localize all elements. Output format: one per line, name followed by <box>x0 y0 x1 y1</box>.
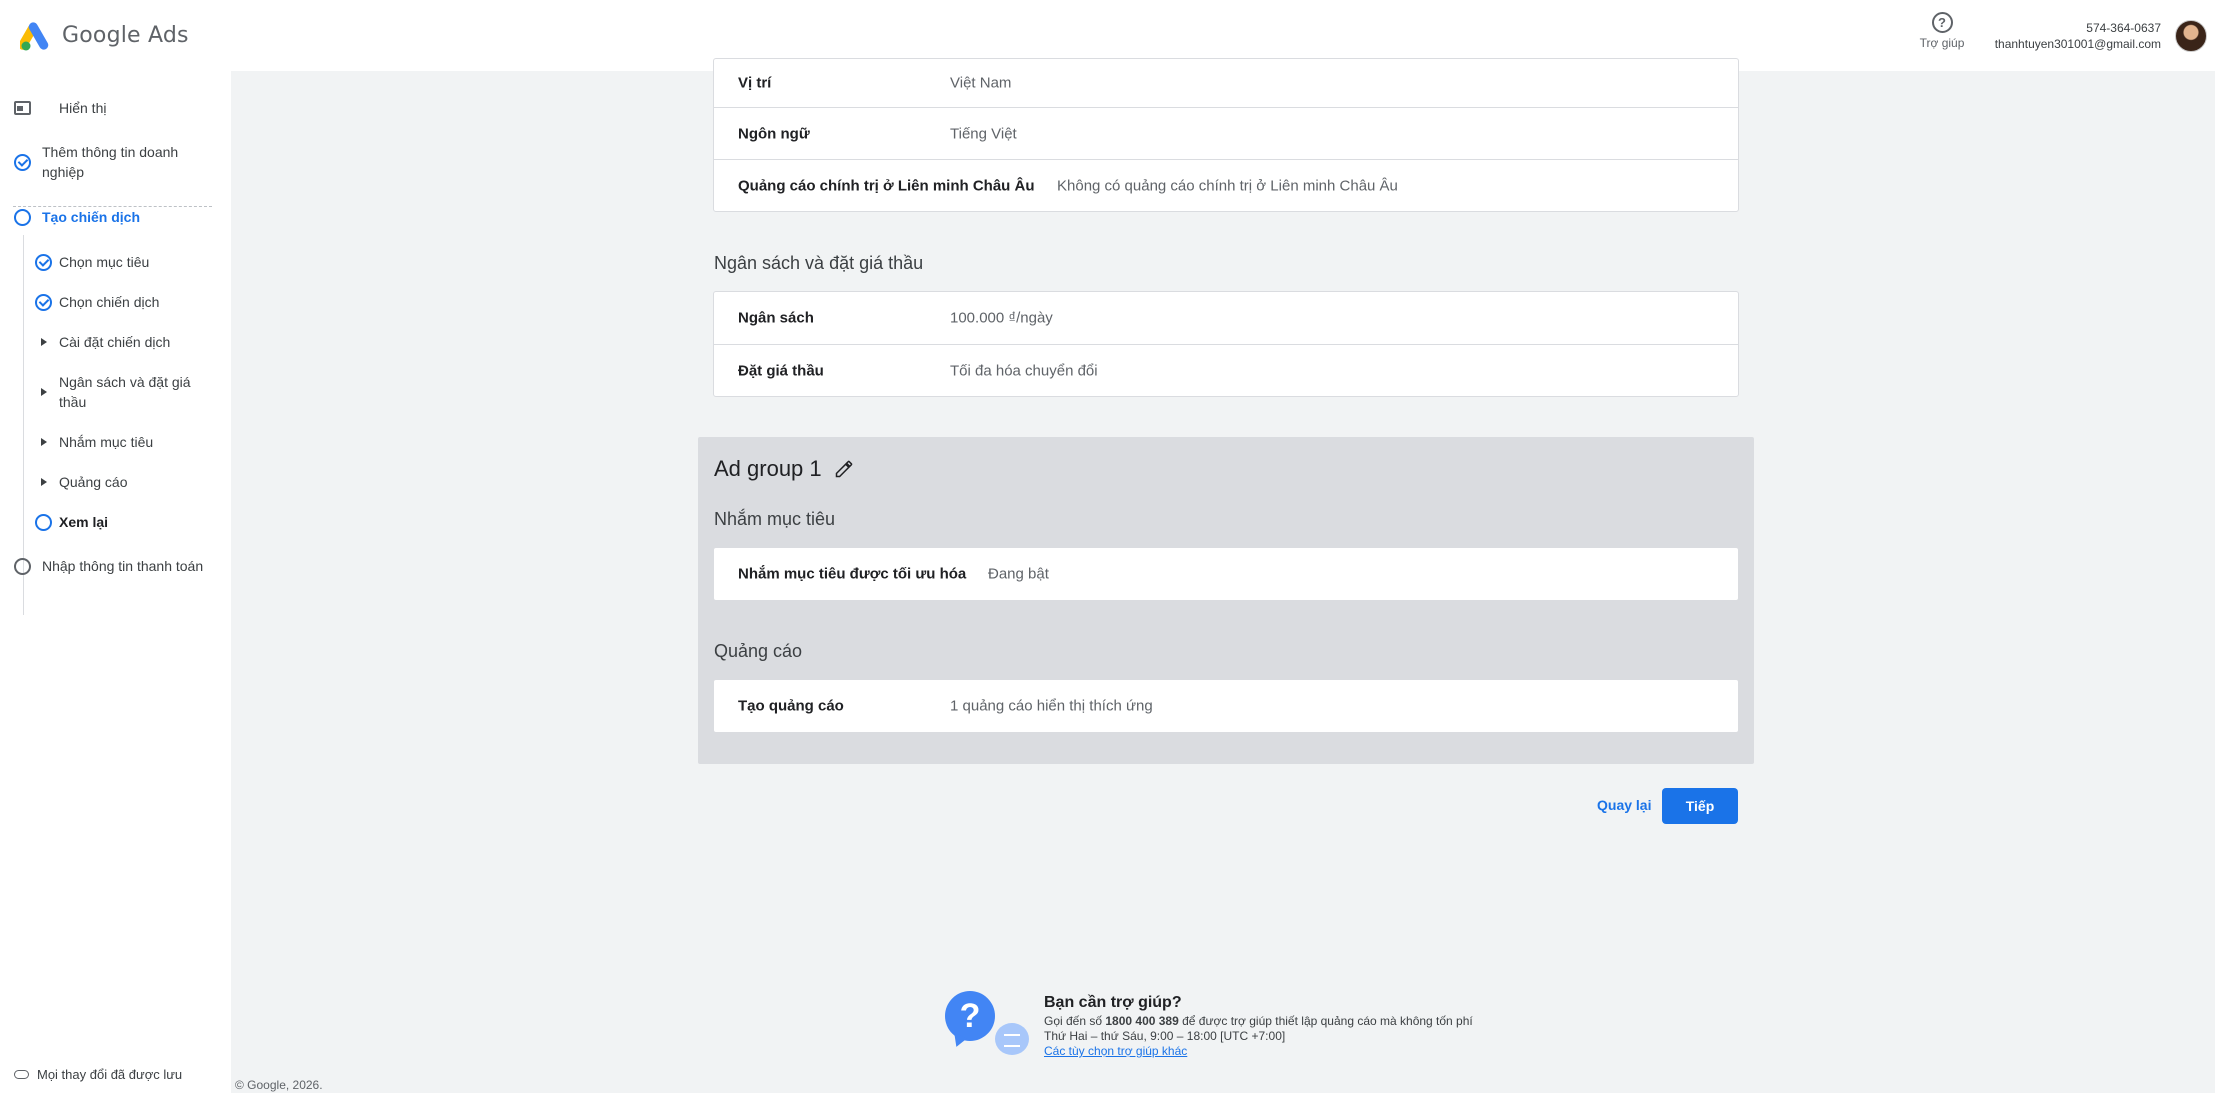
settings-row-eu-political-ads[interactable]: Quảng cáo chính trị ở Liên minh Châu Âu … <box>714 159 1738 211</box>
sidebar-item-label: Thêm thông tin doanh nghiệp <box>42 144 179 180</box>
ads-card: Tạo quảng cáo 1 quảng cáo hiển thị thích… <box>713 679 1739 733</box>
row-value: 1 quảng cáo hiển thị thích ứng <box>950 697 1153 715</box>
save-status-text: Mọi thay đổi đã được lưu <box>37 1067 183 1082</box>
help-label: Trợ giúp <box>1919 36 1965 50</box>
sidebar-item-business-info[interactable]: Thêm thông tin doanh nghiệp <box>14 142 212 182</box>
next-button[interactable]: Tiếp <box>1662 788 1738 824</box>
google-ads-logo[interactable]: Google Ads <box>20 20 189 51</box>
sidebar-item-label: Nhắm mục tiêu <box>59 434 154 450</box>
targeting-section-title: Nhắm mục tiêu <box>714 509 836 529</box>
row-value: Đang bật <box>988 565 1049 583</box>
expand-arrow-icon <box>41 438 47 446</box>
save-status: Mọi thay đổi đã được lưu <box>14 1067 182 1082</box>
row-value: Không có quảng cáo chính trị ở Liên minh… <box>1057 177 1398 194</box>
logo-text: Google Ads <box>62 23 189 48</box>
sidebar-item-label: Chọn mục tiêu <box>59 254 150 270</box>
budget-section-title: Ngân sách và đặt giá thầu <box>714 253 924 273</box>
ad-group-title: Ad group 1 <box>714 456 854 482</box>
campaign-settings-card: Vị trí Việt Nam Ngôn ngữ Tiếng Việt Quản… <box>713 58 1739 212</box>
help-call-suffix: để được trợ giúp thiết lập quảng cáo mà … <box>1178 1014 1473 1028</box>
sidebar-item-create-campaign[interactable]: Tạo chiến dịch <box>14 207 141 227</box>
sidebar-item-targeting[interactable]: Nhắm mục tiêu <box>41 432 154 452</box>
avatar[interactable] <box>2175 20 2207 52</box>
sidebar-item-choose-goal[interactable]: Chọn mục tiêu <box>35 252 150 272</box>
budget-row-budget[interactable]: Ngân sách 100.000 ₫/ngày <box>714 292 1738 344</box>
sidebar-item-label: Hiển thị <box>59 100 107 116</box>
sidebar-item-label: Chọn chiến dịch <box>59 294 160 310</box>
budget-card: Ngân sách 100.000 ₫/ngày Đặt giá thầu Tố… <box>713 291 1739 397</box>
help-footer: Bạn cần trợ giúp? Gọi đến số 1800 400 38… <box>1044 992 1473 1059</box>
sidebar-item-label: Ngân sách và đặt giá thầu <box>59 374 191 410</box>
check-circle-icon <box>35 254 52 271</box>
cloud-icon <box>14 1070 29 1079</box>
expand-arrow-icon <box>41 338 47 346</box>
help-footer-title: Bạn cần trợ giúp? <box>1044 994 1182 1011</box>
back-button[interactable]: Quay lại <box>1597 797 1651 813</box>
ads-row-create[interactable]: Tạo quảng cáo 1 quảng cáo hiển thị thích… <box>714 680 1738 732</box>
sidebar-item-label: Tạo chiến dịch <box>42 209 141 225</box>
circle-icon <box>14 558 31 575</box>
sidebar-item-label: Nhập thông tin thanh toán <box>42 558 204 574</box>
sidebar-item-label: Xem lại <box>59 514 109 530</box>
targeting-card: Nhắm mục tiêu được tối ưu hóa Đang bật <box>713 547 1739 601</box>
row-label: Ngôn ngữ <box>738 125 810 142</box>
sidebar-item-review[interactable]: Xem lại <box>35 512 109 532</box>
help-phone: 1800 400 389 <box>1105 1014 1179 1028</box>
help-call-prefix: Gọi đến số <box>1044 1014 1106 1028</box>
copyright: © Google, 2026. <box>235 1078 323 1092</box>
row-value: Tối đa hóa chuyển đổi <box>950 362 1098 379</box>
sidebar-item-label: Quảng cáo <box>59 474 128 490</box>
help-button[interactable]: ? Trợ giúp <box>1910 10 1974 50</box>
chat-bubble-icon <box>995 1023 1029 1055</box>
circle-icon <box>14 209 31 226</box>
help-icon: ? <box>1931 12 1953 33</box>
sidebar-item-label: Cài đặt chiến dịch <box>59 334 171 350</box>
row-label: Nhắm mục tiêu được tối ưu hóa <box>738 565 967 583</box>
sidebar-item-ads[interactable]: Quảng cáo <box>41 472 128 492</box>
row-label: Quảng cáo chính trị ở Liên minh Châu Âu <box>738 177 1035 194</box>
targeting-row-optimized[interactable]: Nhắm mục tiêu được tối ưu hóa Đang bật <box>714 548 1738 600</box>
sidebar-item-billing[interactable]: Nhập thông tin thanh toán <box>14 556 204 576</box>
question-bubble-icon: ? <box>945 991 995 1041</box>
sidebar-item-campaign-settings[interactable]: Cài đặt chiến dịch <box>41 332 171 352</box>
help-footer-hours: Thứ Hai – thứ Sáu, 9:00 – 18:00 [UTC +7:… <box>1044 1029 1286 1043</box>
sidebar-item-choose-campaign[interactable]: Chọn chiến dịch <box>35 292 160 312</box>
circle-icon <box>35 514 52 531</box>
row-value: Tiếng Việt <box>950 125 1017 142</box>
expand-arrow-icon <box>41 478 47 486</box>
sidebar-item-display[interactable]: Hiển thị <box>14 98 107 118</box>
settings-row-location[interactable]: Vị trí Việt Nam <box>714 59 1738 107</box>
ads-section-title: Quảng cáo <box>714 641 803 661</box>
row-value: 100.000 ₫/ngày <box>950 309 1053 327</box>
expand-arrow-icon <box>41 388 47 396</box>
budget-row-bidding[interactable]: Đặt giá thầu Tối đa hóa chuyển đổi <box>714 344 1738 396</box>
row-label: Tạo quảng cáo <box>738 697 844 715</box>
check-circle-icon <box>35 294 52 311</box>
sidebar-item-budget-bidding[interactable]: Ngân sách và đặt giá thầu <box>41 372 209 412</box>
row-value: Việt Nam <box>950 74 1012 92</box>
row-label: Vị trí <box>738 74 772 92</box>
sidebar: Hiển thị Thêm thông tin doanh nghiệp Tạo… <box>0 71 231 1093</box>
ad-group-name: Ad group 1 <box>714 456 822 481</box>
row-label: Ngân sách <box>738 309 814 327</box>
row-label: Đặt giá thầu <box>738 362 824 379</box>
account-info[interactable]: 574-364-0637 thanhtuyen301001@gmail.com <box>1995 20 2161 52</box>
account-email: thanhtuyen301001@gmail.com <box>1994 37 2161 51</box>
account-phone: 574-364-0637 <box>2086 21 2161 35</box>
settings-row-language[interactable]: Ngôn ngữ Tiếng Việt <box>714 107 1738 159</box>
display-icon <box>14 101 31 115</box>
pencil-icon[interactable] <box>834 459 854 479</box>
google-ads-logo-icon <box>20 22 49 51</box>
help-footer-call-line: Gọi đến số 1800 400 389 để được trợ giúp… <box>1044 1014 1473 1029</box>
help-options-link[interactable]: Các tùy chọn trợ giúp khác <box>1044 1044 1187 1058</box>
check-circle-icon <box>14 154 31 171</box>
